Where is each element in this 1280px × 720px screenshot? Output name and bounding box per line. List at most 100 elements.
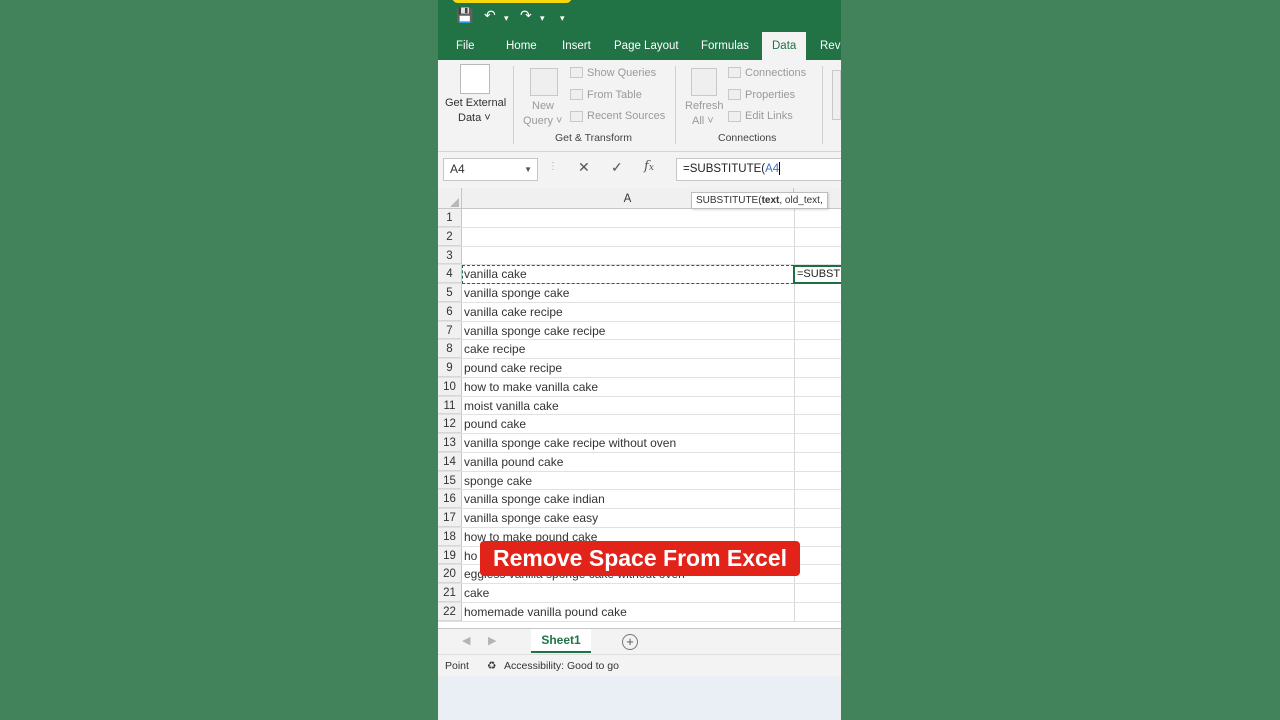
undo-icon[interactable]: ↶ — [484, 7, 496, 25]
insert-function-icon[interactable]: fx — [644, 159, 654, 174]
refresh-all-label-2[interactable]: All ˅ — [692, 115, 714, 127]
cell-a[interactable]: vanilla sponge cake indian — [464, 490, 794, 508]
tab-insert[interactable]: Insert — [562, 32, 591, 60]
new-query-icon[interactable] — [530, 68, 558, 96]
sheet-tab-sheet1[interactable]: Sheet1 — [531, 629, 591, 653]
cell-b[interactable] — [794, 509, 841, 527]
get-external-data-label-2[interactable]: Data ˅ — [458, 112, 491, 124]
save-icon[interactable]: 💾 — [456, 7, 473, 25]
tab-data[interactable]: Data — [762, 32, 807, 60]
cell-a[interactable]: cake recipe — [464, 340, 794, 358]
cell-b[interactable] — [794, 602, 841, 621]
row-header[interactable]: 14 — [438, 452, 462, 471]
row-header[interactable]: 1 — [438, 209, 462, 227]
row-header[interactable]: 2 — [438, 227, 462, 246]
cell-a[interactable]: vanilla sponge cake — [464, 284, 794, 302]
cell-a[interactable]: pound cake recipe — [464, 359, 794, 377]
tab-file[interactable]: File — [456, 32, 475, 60]
tab-formulas[interactable]: Formulas — [701, 32, 749, 60]
cell-b[interactable] — [794, 584, 841, 602]
select-all-button[interactable] — [438, 188, 462, 209]
cell-a[interactable]: vanilla sponge cake easy — [464, 509, 794, 527]
cell-a[interactable]: pound cake — [464, 415, 794, 433]
row-header[interactable]: 12 — [438, 415, 462, 433]
refresh-all-icon[interactable] — [691, 68, 717, 96]
row-header[interactable]: 17 — [438, 509, 462, 527]
from-table-button[interactable]: From Table — [587, 89, 642, 101]
enter-icon[interactable]: ✓ — [611, 159, 623, 176]
row-header[interactable]: 7 — [438, 321, 462, 340]
cell-b[interactable] — [794, 415, 841, 433]
cell-b[interactable] — [794, 359, 841, 377]
row-header[interactable]: 15 — [438, 471, 462, 490]
cell-b[interactable] — [794, 565, 841, 583]
cell-b[interactable] — [794, 227, 841, 246]
row-header[interactable]: 21 — [438, 584, 462, 602]
active-edit-cell-b4[interactable]: =SUBSTITUTE — [793, 265, 841, 284]
tab-review[interactable]: Revi — [820, 32, 841, 60]
row-header[interactable]: 19 — [438, 546, 462, 565]
cell-b[interactable] — [794, 321, 841, 340]
redo-dropdown-icon[interactable]: ▾ — [540, 10, 545, 28]
show-queries-button[interactable]: Show Queries — [587, 67, 656, 79]
properties-button[interactable]: Properties — [745, 89, 795, 101]
recent-sources-button[interactable]: Recent Sources — [587, 110, 665, 122]
add-sheet-icon[interactable]: + — [622, 634, 638, 650]
row-header[interactable]: 5 — [438, 284, 462, 302]
cell-a[interactable]: sponge cake — [464, 472, 794, 490]
formula-input[interactable]: =SUBSTITUTE(A4 — [676, 158, 841, 181]
redo-icon[interactable]: ↷ — [520, 7, 532, 25]
cell-b[interactable] — [794, 546, 841, 565]
cell-a[interactable]: vanilla sponge cake recipe without oven — [464, 434, 794, 452]
cell-a[interactable]: cake — [464, 584, 794, 602]
connections-button[interactable]: Connections — [745, 67, 806, 79]
row-header[interactable]: 20 — [438, 565, 462, 583]
undo-dropdown-icon[interactable]: ▾ — [504, 10, 509, 28]
row-header[interactable]: 8 — [438, 340, 462, 358]
cell-b[interactable] — [794, 452, 841, 471]
cell-b[interactable] — [794, 434, 841, 452]
cell-b[interactable] — [794, 377, 841, 396]
cell-a[interactable]: vanilla sponge cake recipe — [464, 322, 794, 340]
function-tooltip[interactable]: SUBSTITUTE(text, old_text, — [691, 192, 828, 209]
edit-links-button[interactable]: Edit Links — [745, 110, 793, 122]
row-header[interactable]: 4 — [438, 265, 462, 283]
cell-b[interactable] — [794, 527, 841, 546]
row-header[interactable]: 16 — [438, 490, 462, 508]
customize-qat-icon[interactable]: ▾ — [560, 10, 565, 28]
refresh-all-label[interactable]: Refresh — [685, 100, 724, 112]
new-query-label-2[interactable]: Query ˅ — [523, 115, 562, 127]
tab-page-layout[interactable]: Page Layout — [614, 32, 679, 60]
name-box[interactable]: A4 ▼ — [443, 158, 538, 181]
accessibility-status[interactable]: Accessibility: Good to go — [504, 660, 619, 672]
name-box-dropdown-icon[interactable]: ▼ — [524, 159, 532, 180]
cell-b[interactable] — [794, 209, 841, 227]
cancel-icon[interactable]: ✕ — [578, 159, 590, 176]
cell-b[interactable] — [794, 490, 841, 508]
row-header[interactable]: 18 — [438, 527, 462, 546]
tab-home[interactable]: Home — [506, 32, 537, 60]
cell-b[interactable] — [794, 302, 841, 321]
row-header[interactable]: 10 — [438, 377, 462, 396]
cell-a[interactable]: vanilla cake recipe — [464, 303, 794, 321]
get-external-data-label[interactable]: Get External — [445, 97, 506, 109]
cell-a[interactable]: vanilla pound cake — [464, 453, 794, 471]
row-header[interactable]: 3 — [438, 246, 462, 265]
cell-a[interactable]: moist vanilla cake — [464, 397, 794, 415]
get-external-data-icon[interactable] — [460, 64, 490, 94]
row-header[interactable]: 22 — [438, 602, 462, 621]
next-sheet-icon[interactable]: ▶ — [488, 634, 496, 647]
new-query-label[interactable]: New — [532, 100, 554, 112]
row-header[interactable]: 9 — [438, 359, 462, 377]
cell-a[interactable]: how to make vanilla cake — [464, 378, 794, 396]
cell-a[interactable]: homemade vanilla pound cake — [464, 603, 794, 621]
cell-b[interactable] — [794, 284, 841, 302]
cell-b[interactable] — [794, 246, 841, 265]
row-header[interactable]: 11 — [438, 396, 462, 415]
cell-b[interactable] — [794, 471, 841, 490]
sort-icon[interactable] — [832, 70, 841, 120]
cell-b[interactable] — [794, 396, 841, 415]
row-header[interactable]: 13 — [438, 434, 462, 452]
prev-sheet-icon[interactable]: ◀ — [462, 634, 470, 647]
row-header[interactable]: 6 — [438, 302, 462, 321]
